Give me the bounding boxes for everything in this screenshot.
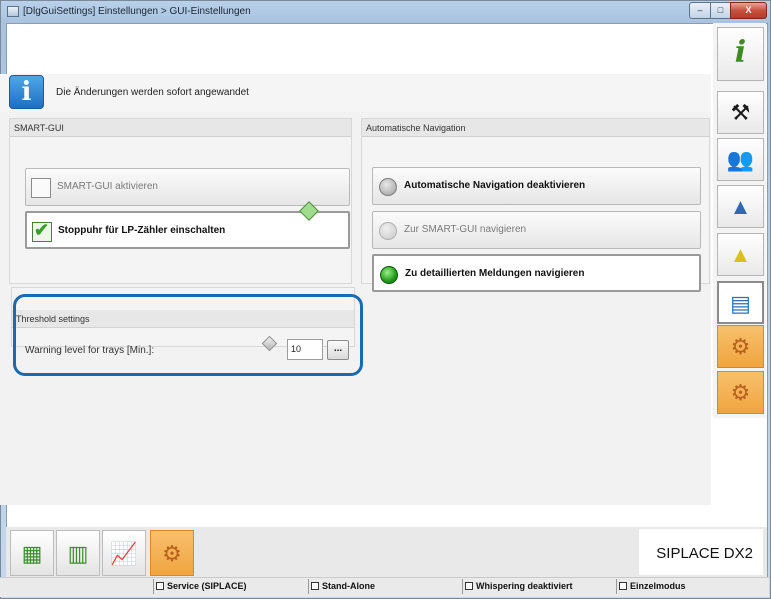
side-users-button[interactable]: 👥 — [717, 138, 764, 181]
stacked-money-icon: ▦ — [21, 541, 43, 566]
side-info-button[interactable]: i — [717, 27, 764, 81]
nav-smart-gui-option[interactable]: Zur SMART-GUI navigieren — [372, 211, 701, 249]
close-button[interactable]: X — [730, 2, 767, 19]
maximize-button[interactable]: □ — [710, 2, 731, 19]
side-gui-settings-button[interactable]: ▤ — [717, 281, 764, 324]
tool-orange-icon: ⚙ — [162, 541, 182, 566]
service-icon — [156, 582, 164, 590]
smart-gui-header: SMART-GUI — [10, 119, 351, 137]
status-whispering: Whispering deaktiviert — [462, 579, 614, 594]
smart-gui-checkbox[interactable] — [31, 178, 51, 198]
info-message: Die Änderungen werden sofort angewandet — [56, 87, 249, 98]
stopwatch-checkbox[interactable]: ✔ — [32, 220, 52, 242]
side-feeder-button[interactable]: ⚙ — [717, 371, 764, 414]
bottom-stack-button[interactable]: ▦ — [10, 530, 54, 576]
nav-detailed-messages-label: Zu detaillierten Meldungen navigieren — [405, 268, 585, 279]
info-green-icon: i — [734, 35, 747, 70]
auto-nav-disable-option[interactable]: Automatische Navigation deaktivieren — [372, 167, 701, 205]
tool-orange-icon: ⚙ — [730, 334, 751, 359]
brand-label: SIPLACE DX2 — [639, 529, 763, 575]
status-service-text: Service (SIPLACE) — [167, 581, 247, 591]
warning-ma-icon: ▲ — [729, 194, 752, 219]
status-mode-text: Einzelmodus — [630, 581, 686, 591]
radio-disabled-icon — [379, 222, 397, 240]
checkmark-icon: ✔ — [34, 220, 50, 240]
stopwatch-label: Stoppuhr für LP-Zähler einschalten — [58, 225, 226, 236]
window-title: [DlgGuiSettings] Einstellungen > GUI-Ein… — [23, 6, 251, 17]
grid-table-icon: ▥ — [67, 541, 89, 566]
status-mode: Einzelmodus — [616, 579, 766, 594]
info-bar: i Die Änderungen werden sofort angewande… — [0, 74, 711, 112]
status-service: Service (SIPLACE) — [153, 579, 305, 594]
side-warning-ma-button[interactable]: ▲ — [717, 185, 764, 228]
side-warning-sw-button[interactable]: ▲ — [717, 233, 764, 276]
smart-gui-activate-toggle[interactable]: SMART-GUI aktivieren — [25, 168, 350, 206]
minimize-button[interactable]: – — [689, 2, 711, 19]
status-standalone: Stand-Alone — [308, 579, 460, 594]
nav-smart-gui-label: Zur SMART-GUI navigieren — [404, 224, 527, 235]
highlight-annotation — [13, 294, 363, 376]
side-line-station-button[interactable]: ⚒ — [717, 91, 764, 134]
feeder-orange-icon: ⚙ — [730, 380, 751, 405]
side-tool-button[interactable]: ⚙ — [717, 325, 764, 368]
bottom-chart-button[interactable]: 📈 — [102, 530, 146, 576]
auto-nav-disable-label: Automatische Navigation deaktivieren — [404, 180, 586, 191]
bottom-tool-button[interactable]: ⚙ — [150, 530, 194, 576]
mode-icon — [619, 582, 627, 590]
line-station-icon: ⚒ — [730, 100, 751, 125]
nav-detailed-messages-option[interactable]: Zu detaillierten Meldungen navigieren — [372, 254, 701, 292]
title-bar[interactable]: [DlgGuiSettings] Einstellungen > GUI-Ein… — [1, 1, 770, 23]
whispering-icon — [465, 582, 473, 590]
auto-nav-header: Automatische Navigation — [362, 119, 709, 137]
status-whispering-text: Whispering deaktiviert — [476, 581, 573, 591]
standalone-icon — [311, 582, 319, 590]
chart-settings-icon: ▤ — [730, 291, 751, 316]
radio-green-icon — [380, 266, 398, 284]
info-icon: i — [9, 75, 44, 109]
users-icon: 👥 — [726, 147, 755, 172]
app-icon — [7, 6, 19, 17]
bottom-grid-button[interactable]: ▥ — [56, 530, 100, 576]
radio-gray-icon — [379, 178, 397, 196]
stopwatch-toggle[interactable]: ✔ Stoppuhr für LP-Zähler einschalten — [25, 211, 350, 249]
warning-sw-icon: ▲ — [729, 242, 752, 267]
line-chart-icon: 📈 — [110, 541, 138, 566]
status-standalone-text: Stand-Alone — [322, 581, 375, 591]
smart-gui-activate-label: SMART-GUI aktivieren — [57, 181, 158, 192]
